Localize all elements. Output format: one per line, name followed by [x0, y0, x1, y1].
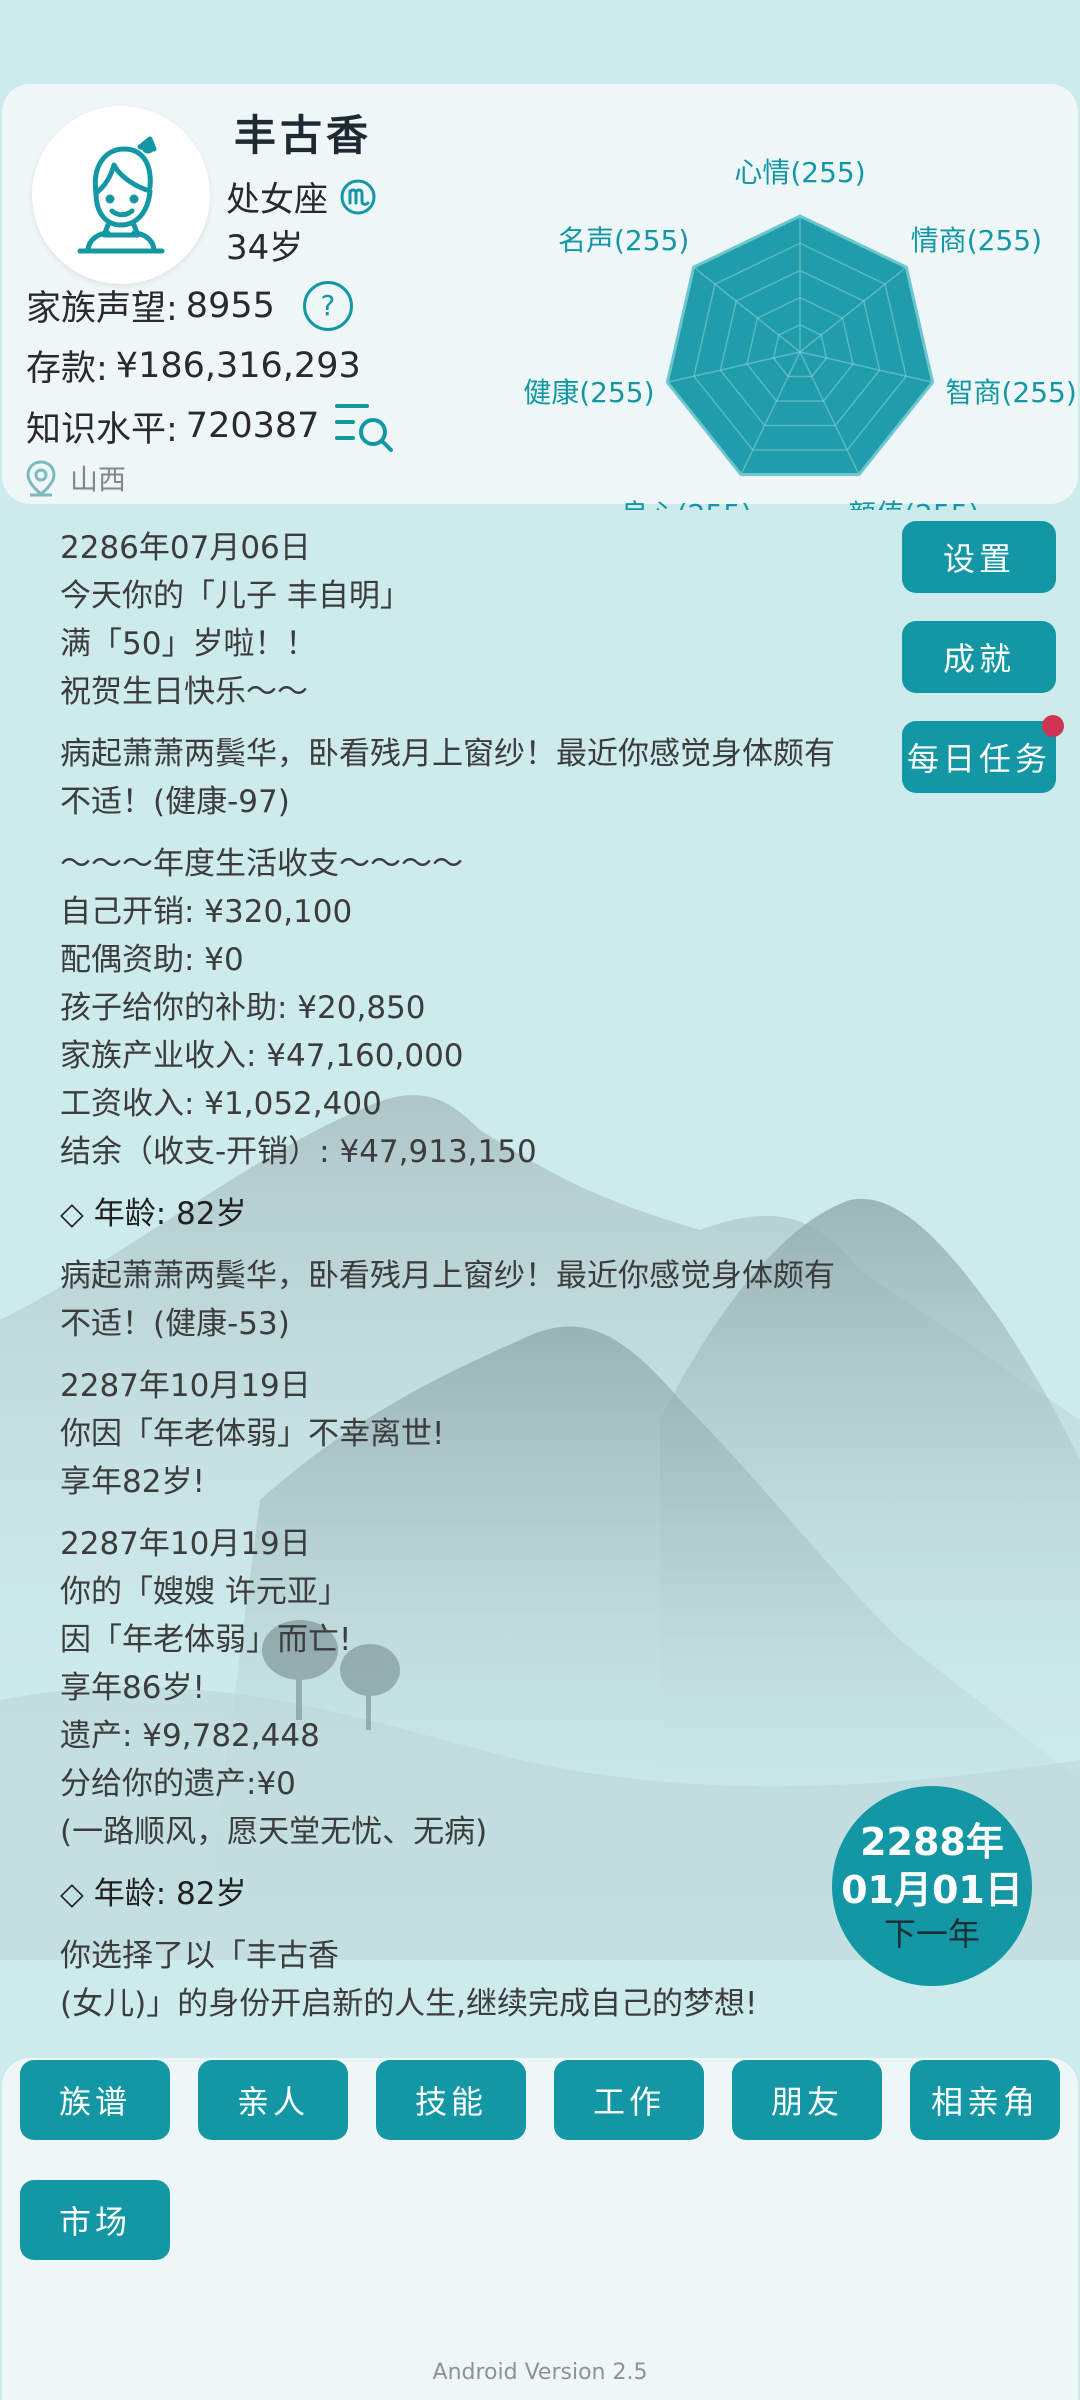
log-line: 2287年10月19日 — [60, 1526, 311, 1562]
daily-tasks-label: 每日任务 — [906, 740, 1051, 778]
log-line: 工资收入: ¥1,052,400 — [60, 1086, 382, 1122]
next-year-year: 2288年 — [860, 1820, 1004, 1864]
daily-tasks-button[interactable]: 每日任务 — [902, 715, 1064, 793]
achievements-button[interactable]: 成就 — [902, 621, 1056, 693]
age: 34岁 — [226, 228, 304, 268]
radar-axis-label: 良心(255) — [621, 498, 752, 510]
log-entry: 2287年10月19日 你的「嫂嫂 许元亚」 因「年老体弱」而亡! 享年86岁!… — [60, 1520, 860, 1856]
knowledge-row: 知识水平: 720387 — [26, 398, 397, 454]
log-line: 2287年10月19日 — [60, 1368, 311, 1404]
location-label: 山西 — [70, 463, 127, 496]
log-line: 你因「年老体弱」不幸离世! — [60, 1416, 445, 1452]
tab-relatives[interactable]: 亲人 — [198, 2060, 348, 2140]
tab-market[interactable]: 市场 — [20, 2180, 170, 2260]
log-entry: ～～～年度生活收支～～～～ 自己开销: ¥320,100 配偶资助: ¥0 孩子… — [60, 840, 860, 1176]
log-line: 你选择了以「丰古香 — [60, 1938, 339, 1974]
log-line: 结余（收支-开销）: ¥47,913,150 — [60, 1134, 537, 1170]
tab-matchmaking[interactable]: 相亲角 — [910, 2060, 1060, 2140]
attribute-radar-chart: 心情(255) 情商(255) 智商(255) 颜值(255) 良心(255) 健康(25… — [523, 156, 1077, 510]
savings-value: ¥186,316,293 — [115, 345, 361, 386]
log-line: 享年82岁! — [60, 1464, 205, 1500]
log-line: 分给你的遗产:¥0 — [60, 1766, 296, 1802]
help-icon[interactable]: ? — [302, 280, 353, 331]
log-line: 你的「嫂嫂 许元亚」 — [60, 1574, 349, 1610]
reputation-value: 8955 — [185, 285, 275, 326]
log-line: 家族产业收入: ¥47,160,000 — [60, 1038, 464, 1074]
knowledge-value: 720387 — [185, 406, 320, 446]
radar-axis-label: 智商(255) — [945, 376, 1076, 409]
log-line: 病起萧萧两鬓华，卧看残月上窗纱！最近你感觉身体颇有不适！(健康-53) — [60, 1258, 835, 1342]
version-text: Android Version 2.5 — [432, 2360, 648, 2385]
age-marker: ◇ 年龄: 82岁 — [60, 1876, 247, 1912]
tab-skills[interactable]: 技能 — [376, 2060, 526, 2140]
log-line: 因「年老体弱」而亡! — [60, 1622, 352, 1658]
log-entry: ◇ 年龄: 82岁 — [60, 1190, 860, 1238]
log-entry: 病起萧萧两鬓华，卧看残月上窗纱！最近你感觉身体颇有不适！(健康-53) — [60, 1252, 860, 1348]
tab-friends[interactable]: 朋友 — [732, 2060, 882, 2140]
log-line: 满「50」岁啦！！ — [60, 626, 317, 662]
log-line: 遗产: ¥9,782,448 — [60, 1718, 320, 1754]
log-line: 配偶资助: ¥0 — [60, 942, 244, 978]
reputation-row: 家族声望: 8955 ? — [26, 280, 353, 331]
log-line: 今天你的「儿子 丰自明」 — [60, 578, 411, 614]
radar-axis-label: 健康(255) — [523, 376, 654, 409]
savings-row: 存款: ¥186,316,293 — [26, 340, 361, 391]
log-line: (女儿)」的身份开启新的人生,继续完成自己的梦想! — [60, 1986, 758, 2022]
tab-family-tree[interactable]: 族谱 — [20, 2060, 170, 2140]
radar-axis-label: 心情(255) — [734, 156, 865, 189]
virgo-icon[interactable] — [338, 177, 378, 217]
zodiac: 处女座 — [226, 172, 378, 221]
search-list-icon[interactable] — [333, 398, 397, 454]
log-line: 享年86岁! — [60, 1670, 205, 1706]
bottom-panel: 族谱 亲人 技能 工作 朋友 相亲角 市场 Android Version 2.… — [2, 2058, 1078, 2400]
log-line: 病起萧萧两鬓华，卧看残月上窗纱！最近你感觉身体颇有不适！(健康-97) — [60, 736, 835, 820]
log-line: 2286年07月06日 — [60, 530, 311, 566]
savings-label: 存款: — [26, 349, 108, 389]
zodiac-label: 处女座 — [226, 180, 328, 220]
log-line: 自己开销: ¥320,100 — [60, 894, 353, 930]
log-entry: 你选择了以「丰古香 (女儿)」的身份开启新的人生,继续完成自己的梦想! — [60, 1932, 860, 2028]
log-line: ～～～年度生活收支～～～～ — [60, 846, 463, 882]
age-marker: ◇ 年龄: 82岁 — [60, 1196, 247, 1232]
girl-avatar-icon — [77, 136, 165, 254]
radar-axis-label: 名声(255) — [558, 224, 689, 257]
radar-axis-label: 颜值(255) — [848, 498, 979, 510]
location-pin-icon — [26, 460, 56, 497]
location: 山西 — [24, 458, 126, 498]
radar-axis-label: 情商(255) — [911, 224, 1042, 257]
knowledge-label: 知识水平: — [26, 409, 178, 450]
log-entry: 2287年10月19日 你因「年老体弱」不幸离世! 享年82岁! — [60, 1362, 860, 1506]
next-year-date: 01月01日 — [841, 1868, 1023, 1912]
avatar[interactable] — [32, 106, 210, 284]
log-entry: 病起萧萧两鬓华，卧看残月上窗纱！最近你感觉身体颇有不适！(健康-97) — [60, 730, 860, 826]
log-line: (一路顺风，愿天堂无忧、无病) — [60, 1814, 488, 1850]
log-line: 祝贺生日快乐～～ — [60, 674, 308, 710]
log-entry: ◇ 年龄: 82岁 — [60, 1870, 860, 1918]
log-line: 孩子给你的补助: ¥20,850 — [60, 990, 426, 1026]
settings-button[interactable]: 设置 — [902, 521, 1056, 593]
notification-badge — [1042, 715, 1064, 737]
log-entry: 2286年07月06日 今天你的「儿子 丰自明」 满「50」岁啦！！ 祝贺生日快… — [60, 524, 860, 716]
event-log: 2286年07月06日 今天你的「儿子 丰自明」 满「50」岁啦！！ 祝贺生日快… — [60, 524, 860, 2042]
character-name: 丰古香 — [234, 111, 373, 160]
next-year-button[interactable]: 2288年 01月01日 下一年 — [832, 1786, 1032, 1986]
tab-work[interactable]: 工作 — [554, 2060, 704, 2140]
reputation-label: 家族声望: — [26, 289, 178, 329]
next-year-label: 下一年 — [883, 1915, 980, 1953]
